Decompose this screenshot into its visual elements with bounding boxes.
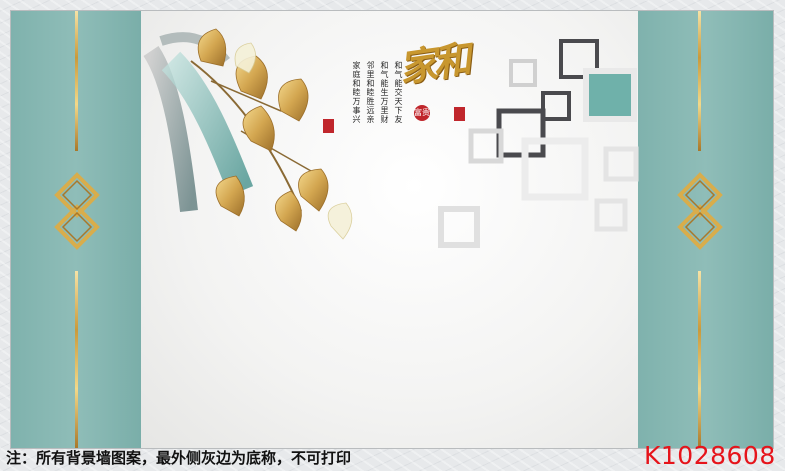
poem-line: 邻里和睦胜远亲 <box>366 61 375 124</box>
gold-stripe-top <box>75 11 78 151</box>
gold-stripe-top <box>698 11 701 151</box>
printing-note: 注：所有背景墙图案，最外侧灰边为底称，不可打印 <box>6 449 352 467</box>
poem-line: 家庭和睦万事兴 <box>352 61 361 124</box>
poem-line: 和气能生万里财 <box>380 61 389 124</box>
right-teal-panel <box>638 11 773 448</box>
gold-stripe-bottom <box>698 271 701 448</box>
ginkgo-leaf-illustration <box>143 28 353 240</box>
left-teal-panel <box>11 11 141 448</box>
geometric-squares-decoration <box>438 39 639 248</box>
mural-preview: 和气能交天下友 和气能生万里财 邻里和睦胜远亲 家庭和睦万事兴 家和 富贵 <box>10 10 774 449</box>
product-code: K1028608 <box>644 441 776 470</box>
gold-knot-ornament <box>677 172 723 250</box>
gold-knot-ornament <box>54 172 100 250</box>
gold-stripe-bottom <box>75 271 78 448</box>
red-seal-stamp <box>323 119 334 133</box>
